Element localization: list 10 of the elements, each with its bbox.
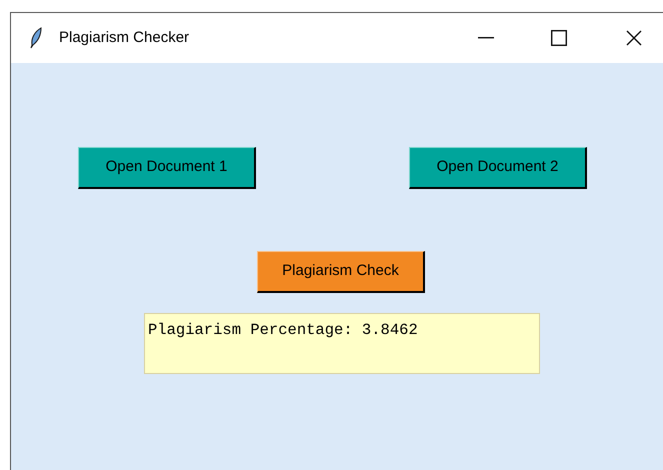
result-text-box[interactable]: Plagiarism Percentage: 3.8462	[144, 313, 540, 374]
plagiarism-check-button[interactable]: Plagiarism Check	[257, 251, 425, 293]
window-title: Plagiarism Checker	[59, 28, 190, 48]
feather-icon	[30, 27, 42, 49]
close-icon	[626, 30, 642, 46]
minimize-icon	[478, 37, 494, 39]
open-document-button[interactable]: Open Document 1	[78, 147, 256, 189]
result-text: Plagiarism Percentage: 3.8462	[148, 321, 418, 339]
maximize-icon	[551, 30, 567, 46]
open-document-button[interactable]: Open Document 2	[409, 147, 587, 189]
